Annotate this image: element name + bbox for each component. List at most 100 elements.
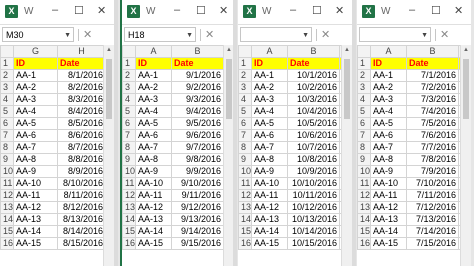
cell[interactable]: 10/13/2016 — [287, 213, 340, 226]
cell[interactable]: AA-3 — [13, 93, 58, 106]
cell[interactable]: 7/10/2016 — [406, 177, 459, 190]
row-header[interactable]: 1 — [357, 57, 371, 70]
cell[interactable]: AA-9 — [370, 165, 407, 178]
row-header[interactable]: 7 — [357, 129, 371, 142]
row-header[interactable]: 9 — [357, 153, 371, 166]
cell[interactable]: 9/3/2016 — [171, 93, 224, 106]
cell[interactable]: AA-14 — [251, 225, 288, 238]
row-header[interactable]: 2 — [122, 69, 136, 82]
cell[interactable]: AA-2 — [370, 81, 407, 94]
cell[interactable]: AA-14 — [13, 225, 58, 238]
cell[interactable]: AA-2 — [135, 81, 172, 94]
title-bar[interactable]: X W – ☐ ✕ — [0, 0, 114, 25]
row-header[interactable]: 1 — [238, 57, 252, 70]
row-header[interactable]: 5 — [0, 105, 14, 118]
row-header[interactable]: 16 — [122, 237, 136, 250]
scroll-thumb[interactable] — [344, 59, 350, 119]
row-header[interactable]: 16 — [357, 237, 371, 250]
row-header[interactable]: 8 — [357, 141, 371, 154]
cell[interactable]: 8/13/2016 — [57, 213, 106, 226]
column-header[interactable]: G — [13, 45, 58, 58]
row-header[interactable]: 11 — [357, 177, 371, 190]
title-bar[interactable]: X W – ☐ ✕ — [122, 0, 234, 25]
row-header[interactable]: 12 — [122, 189, 136, 202]
row-header[interactable]: 3 — [0, 81, 14, 94]
scroll-thumb[interactable] — [463, 59, 469, 119]
cancel-icon[interactable]: ✕ — [321, 28, 330, 41]
cell[interactable]: 10/3/2016 — [287, 93, 340, 106]
title-bar[interactable]: X W – ☐ ✕ — [357, 0, 471, 25]
row-header[interactable]: 3 — [122, 81, 136, 94]
cell[interactable]: AA-2 — [251, 81, 288, 94]
cell[interactable]: 9/4/2016 — [171, 105, 224, 118]
vertical-scrollbar[interactable]: ▲ — [460, 45, 471, 266]
cell[interactable]: AA-8 — [251, 153, 288, 166]
cell[interactable]: 8/14/2016 — [57, 225, 106, 238]
cell[interactable]: AA-14 — [135, 225, 172, 238]
cell[interactable]: AA-11 — [135, 189, 172, 202]
row-header[interactable]: 5 — [122, 105, 136, 118]
cell[interactable]: AA-7 — [251, 141, 288, 154]
row-header[interactable]: 12 — [238, 189, 252, 202]
chevron-down-icon[interactable]: ▼ — [302, 28, 309, 43]
select-all-corner[interactable] — [0, 45, 14, 58]
cell[interactable]: AA-1 — [251, 69, 288, 82]
cell[interactable]: AA-13 — [370, 213, 407, 226]
cell[interactable]: 9/10/2016 — [171, 177, 224, 190]
cell[interactable]: ID — [370, 57, 407, 70]
row-header[interactable]: 2 — [238, 69, 252, 82]
cell[interactable]: AA-15 — [13, 237, 58, 250]
cell[interactable]: AA-3 — [251, 93, 288, 106]
row-header[interactable]: 3 — [238, 81, 252, 94]
cell[interactable]: 8/1/2016 — [57, 69, 106, 82]
row-header[interactable]: 7 — [238, 129, 252, 142]
row-header[interactable]: 15 — [357, 225, 371, 238]
cell[interactable]: AA-4 — [251, 105, 288, 118]
cell[interactable]: Date — [287, 57, 340, 70]
cell[interactable]: AA-10 — [370, 177, 407, 190]
cell[interactable]: AA-14 — [370, 225, 407, 238]
row-header[interactable]: 13 — [122, 201, 136, 214]
row-header[interactable]: 4 — [122, 93, 136, 106]
column-header[interactable]: H — [57, 45, 106, 58]
cell[interactable]: 7/6/2016 — [406, 129, 459, 142]
cell[interactable]: 10/11/2016 — [287, 189, 340, 202]
cell[interactable]: 7/14/2016 — [406, 225, 459, 238]
cell[interactable]: Date — [57, 57, 106, 70]
row-header[interactable]: 13 — [238, 201, 252, 214]
cell[interactable]: AA-2 — [13, 81, 58, 94]
row-header[interactable]: 11 — [238, 177, 252, 190]
row-header[interactable]: 10 — [238, 165, 252, 178]
cell[interactable]: AA-11 — [13, 189, 58, 202]
cell[interactable]: AA-1 — [13, 69, 58, 82]
row-header[interactable]: 10 — [0, 165, 14, 178]
row-header[interactable]: 16 — [238, 237, 252, 250]
row-header[interactable]: 6 — [238, 117, 252, 130]
row-header[interactable]: 7 — [122, 129, 136, 142]
cell[interactable]: Date — [406, 57, 459, 70]
cell[interactable]: 7/13/2016 — [406, 213, 459, 226]
cell[interactable]: AA-10 — [251, 177, 288, 190]
cell[interactable]: AA-10 — [13, 177, 58, 190]
cell[interactable]: AA-13 — [135, 213, 172, 226]
row-header[interactable]: 8 — [122, 141, 136, 154]
column-header[interactable]: A — [135, 45, 172, 58]
cell[interactable]: AA-5 — [135, 117, 172, 130]
cell[interactable]: 8/12/2016 — [57, 201, 106, 214]
maximize-button[interactable]: ☐ — [312, 4, 322, 17]
cell[interactable]: 9/2/2016 — [171, 81, 224, 94]
worksheet-grid[interactable]: AB1IDDateS2AA-17/1/20163AA-27/2/20164AA-… — [357, 45, 471, 250]
cell[interactable]: 10/5/2016 — [287, 117, 340, 130]
row-header[interactable]: 3 — [357, 81, 371, 94]
cell[interactable]: 8/10/2016 — [57, 177, 106, 190]
cell[interactable]: AA-9 — [13, 165, 58, 178]
row-header[interactable]: 13 — [0, 201, 14, 214]
cell[interactable]: AA-15 — [251, 237, 288, 250]
row-header[interactable]: 5 — [357, 105, 371, 118]
cell[interactable]: AA-4 — [135, 105, 172, 118]
cell[interactable]: AA-4 — [13, 105, 58, 118]
excel-window-4[interactable]: XW–☐✕▼✕AB1IDDateS2AA-17/1/20163AA-27/2/2… — [357, 0, 471, 266]
scroll-up-icon[interactable]: ▲ — [344, 47, 350, 53]
chevron-down-icon[interactable]: ▼ — [421, 28, 428, 43]
row-header[interactable]: 9 — [238, 153, 252, 166]
